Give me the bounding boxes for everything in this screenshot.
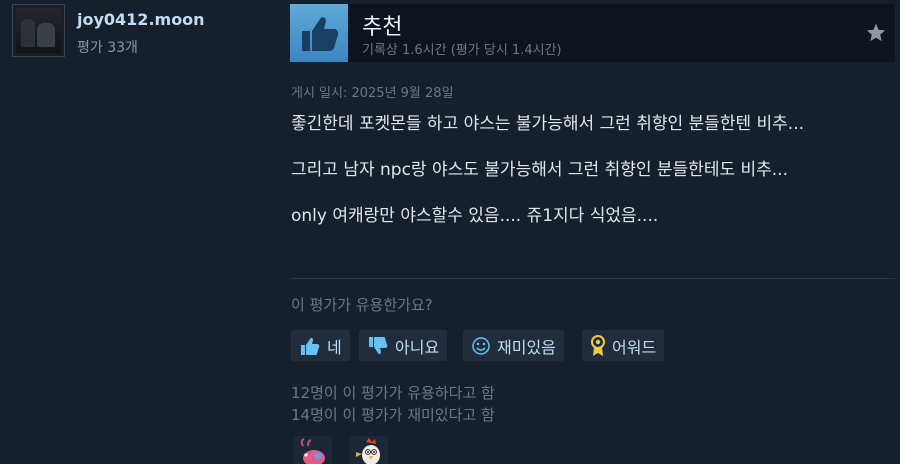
helpful-count: 12명이 이 평가가 유용하다고 함 — [291, 384, 495, 402]
smiley-icon — [472, 336, 490, 355]
recommendation-title: 추천 — [362, 15, 403, 40]
no-label: 아니요 — [395, 337, 440, 357]
thumbs-up-icon — [290, 4, 348, 62]
award-label: 어워드 — [612, 337, 657, 357]
yes-label: 네 — [327, 337, 342, 357]
playtime: 기록상 1.6시간 (평가 당시 1.4시간) — [362, 43, 562, 58]
funny-label: 재미있음 — [497, 337, 556, 357]
vote-header: 추천 기록상 1.6시간 (평가 당시 1.4시간) — [290, 4, 895, 62]
thumbs-up-icon — [301, 337, 320, 355]
funny-button[interactable]: 재미있음 — [463, 330, 564, 361]
divider — [291, 278, 895, 279]
review-paragraph: only 여캐랑만 야스할수 있음.... 쥬1지다 식었음.... — [291, 206, 659, 226]
review-body: 좋긴한데 포켓몬들 하고 야스는 불가능해서 그런 취향인 분들한텐 비추...… — [291, 111, 876, 230]
avatar[interactable] — [12, 4, 65, 57]
review-paragraph: 좋긴한데 포켓몬들 하고 야스는 불가능해서 그런 취향인 분들한텐 비추... — [291, 114, 805, 134]
award-button[interactable]: 어워드 — [582, 330, 665, 361]
author-name[interactable]: joy0412.moon — [77, 10, 205, 29]
award-medal-icon — [591, 334, 605, 356]
thumbs-down-icon — [369, 336, 388, 354]
author-review-count[interactable]: 평가 33개 — [77, 37, 138, 57]
helpful-question: 이 평가가 유용한가요? — [291, 296, 433, 314]
no-button[interactable]: 아니요 — [359, 330, 448, 361]
review-stats: 12명이 이 평가가 유용하다고 함 14명이 이 평가가 재미있다고 함 — [291, 382, 495, 426]
yes-button[interactable]: 네 — [291, 330, 350, 361]
pink-creature-award-icon[interactable] — [294, 436, 332, 464]
posted-date: 게시 일시: 2025년 9월 28일 — [291, 86, 454, 101]
review-paragraph: 그리고 남자 npc랑 야스도 불가능해서 그런 취향인 분들한테도 비추... — [291, 160, 788, 180]
star-icon[interactable] — [865, 22, 887, 44]
chicken-award-icon[interactable] — [350, 436, 388, 464]
funny-count: 14명이 이 평가가 재미있다고 함 — [291, 406, 495, 424]
